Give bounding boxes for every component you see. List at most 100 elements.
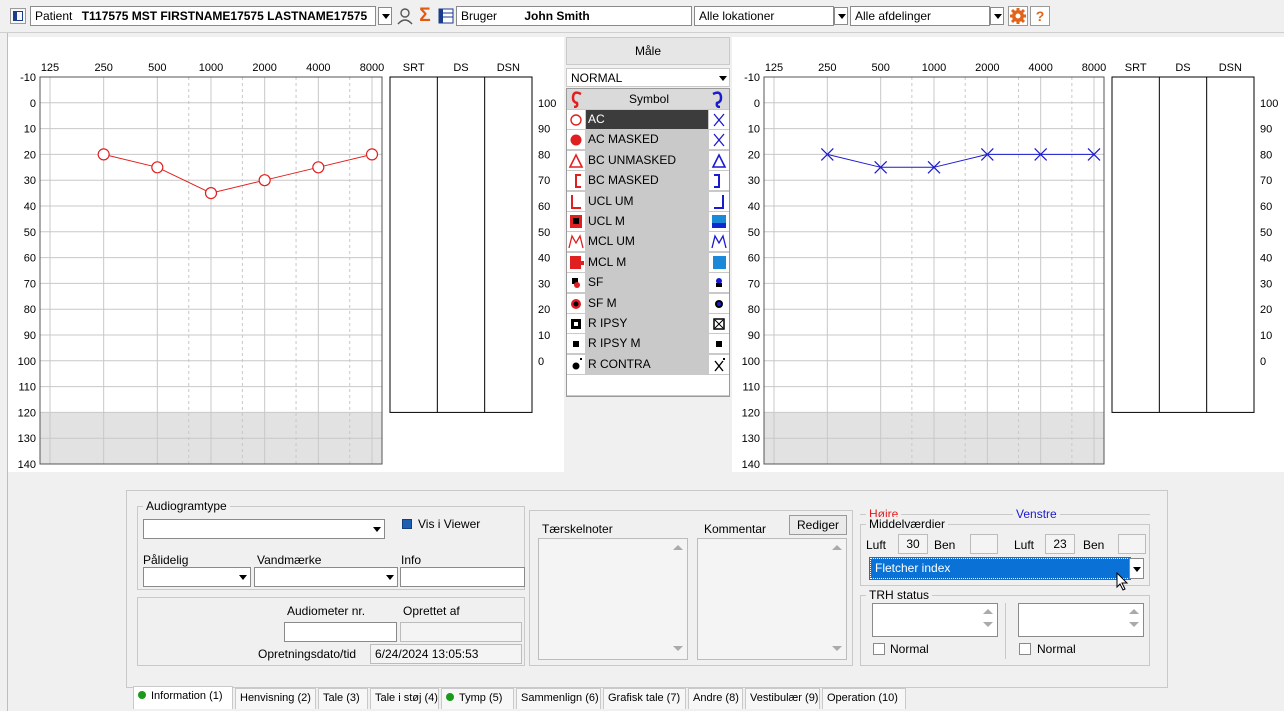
patient-dropdown-button[interactable] [378, 7, 392, 25]
audiogramtype-label: Audiogramtype [143, 499, 230, 513]
location-value: Alle lokationer [699, 9, 775, 23]
tab-8[interactable]: Andre (8) [688, 688, 743, 709]
legend-row[interactable]: R IPSY M [566, 334, 730, 354]
status-dot-icon [446, 693, 454, 701]
legend-row[interactable]: SF M [566, 293, 730, 314]
right-normal-checkbox[interactable] [873, 643, 885, 655]
vandmaerke-select[interactable] [254, 567, 398, 587]
db-tick-label: 70 [24, 278, 36, 290]
scroll-down-icon[interactable] [832, 646, 842, 651]
legend-ucl-m-left-icon [570, 215, 582, 228]
settings-gear-icon[interactable] [1008, 6, 1028, 26]
db-tick-label: 130 [18, 433, 36, 445]
taerskelnoter-textarea[interactable] [538, 538, 688, 660]
ac-circle-marker [151, 161, 164, 174]
scroll-up-icon[interactable] [1129, 609, 1139, 614]
right-trh-input[interactable] [872, 603, 998, 637]
location-dropdown-button[interactable] [834, 7, 848, 25]
right-ear-audiogram[interactable]: 125 250 500 1000 2000 4000 8000 -10 0 10 20 30 40 50 6… [8, 37, 564, 472]
left-trh-input[interactable] [1018, 603, 1144, 637]
scroll-up-icon[interactable] [832, 545, 842, 550]
patient-field[interactable]: Patient T117575 MST FIRSTNAME17575 LASTN… [30, 6, 376, 26]
legend-row-label: AC MASKED [586, 130, 708, 150]
location-select[interactable]: Alle lokationer [694, 6, 834, 26]
paalidelig-select[interactable] [143, 567, 251, 587]
db-tick-label: 120 [18, 407, 36, 419]
right-ear-chart-svg[interactable]: 125 250 500 1000 2000 4000 8000-10010203040506… [8, 37, 564, 472]
db-tick-label: 10 [24, 124, 36, 136]
scroll-down-icon[interactable] [983, 622, 993, 627]
window-icon[interactable] [10, 8, 26, 24]
legend-row[interactable]: SF [566, 273, 730, 293]
list-icon[interactable] [438, 8, 454, 24]
maale-button[interactable]: Måle [566, 37, 730, 65]
scroll-up-icon[interactable] [673, 545, 683, 550]
freq-tick-label: 2000 [252, 62, 276, 74]
legend-row[interactable]: BC MASKED [566, 171, 730, 191]
threshold-line [103, 153, 373, 194]
department-dropdown-button[interactable] [990, 7, 1004, 25]
left-normal-checkbox[interactable] [1019, 643, 1031, 655]
rediger-button[interactable]: Rediger [789, 515, 847, 535]
legend-sf-m-right-icon [715, 299, 723, 308]
legend-row[interactable]: AC [566, 110, 730, 130]
mode-dropdown-icon[interactable] [719, 76, 727, 81]
tab-6[interactable]: Sammenlign (6) [516, 688, 601, 709]
freq-tick-label: 1000 [199, 62, 223, 74]
legend-row[interactable]: UCL M [566, 212, 730, 232]
kommentar-label: Kommentar [704, 522, 767, 536]
tab-3[interactable]: Tale (3) [318, 688, 368, 709]
scroll-down-icon[interactable] [1129, 622, 1139, 627]
left-luft-value: 23 [1045, 534, 1075, 554]
kommentar-textarea[interactable] [697, 538, 847, 660]
chevron-down-icon[interactable] [239, 575, 247, 580]
help-icon[interactable]: ? [1030, 6, 1050, 26]
chevron-down-icon[interactable] [373, 527, 381, 532]
db-tick-label: 130 [742, 433, 760, 445]
left-ear-audiogram[interactable]: 125 250 500 1000 2000 4000 8000 -10 0 10 20 30 40 50 6… [732, 37, 1284, 472]
legend-row[interactable]: R IPSY [566, 314, 730, 334]
legend-row[interactable]: AC MASKED [566, 130, 730, 150]
db-tick-label: 60 [24, 253, 36, 265]
index-dropdown-button[interactable] [1129, 558, 1144, 579]
chevron-down-icon[interactable] [386, 575, 394, 580]
legend-triangle-right-icon [711, 153, 727, 168]
legend-row[interactable]: UCL UM [566, 191, 730, 212]
tab-10[interactable]: Operation (10) [822, 688, 906, 709]
person-icon[interactable] [396, 7, 414, 25]
legend-r-contra-left-icon [572, 357, 582, 370]
legend-circle-left-icon [570, 114, 582, 126]
tab-4[interactable]: Tale i støj (4) [370, 688, 439, 709]
legend-row[interactable]: BC UNMASKED [566, 150, 730, 171]
freq-tick-label: 125 [41, 62, 59, 74]
legend-sf-left-icon [572, 278, 580, 289]
left-ear-chart-svg[interactable]: 125 250 500 1000 2000 4000 8000-10010203040506… [732, 37, 1284, 472]
vis-i-viewer-checkbox[interactable] [402, 519, 412, 529]
audiometer-input[interactable] [284, 622, 397, 642]
db-tick-label: 30 [24, 175, 36, 187]
percent-tick-label: 10 [538, 330, 550, 342]
sigma-icon[interactable]: Σ [416, 6, 434, 26]
legend-mcl-m-left-icon [570, 255, 584, 269]
legend-row[interactable]: MCL UM [566, 232, 730, 252]
department-select[interactable]: Alle afdelinger [850, 6, 990, 26]
legend-bracket-left-icon [575, 174, 581, 189]
scroll-down-icon[interactable] [673, 646, 683, 651]
tab-7[interactable]: Grafisk tale (7) [603, 688, 686, 709]
legend-row[interactable]: MCL M [566, 252, 730, 273]
audiogramtype-select[interactable] [143, 519, 385, 539]
info-input[interactable] [400, 567, 525, 587]
speech-header-label: DS [453, 62, 468, 74]
tab-2[interactable]: Henvisning (2) [235, 688, 316, 709]
mode-select[interactable]: NORMAL [566, 68, 730, 87]
legend-mcl-um-right-icon [711, 234, 727, 249]
index-select[interactable]: Fletcher index [869, 557, 1131, 580]
scroll-up-icon[interactable] [983, 609, 993, 614]
speech-header-label: DSN [497, 62, 520, 74]
tab-9[interactable]: Vestibulær (9) [745, 688, 820, 709]
freq-tick-label: 500 [148, 62, 166, 74]
legend-row[interactable]: R CONTRA [566, 354, 730, 375]
status-dot-icon [138, 691, 146, 699]
tab-5[interactable]: Tymp (5) [441, 688, 514, 709]
tab-1[interactable]: Information (1) [133, 686, 233, 709]
